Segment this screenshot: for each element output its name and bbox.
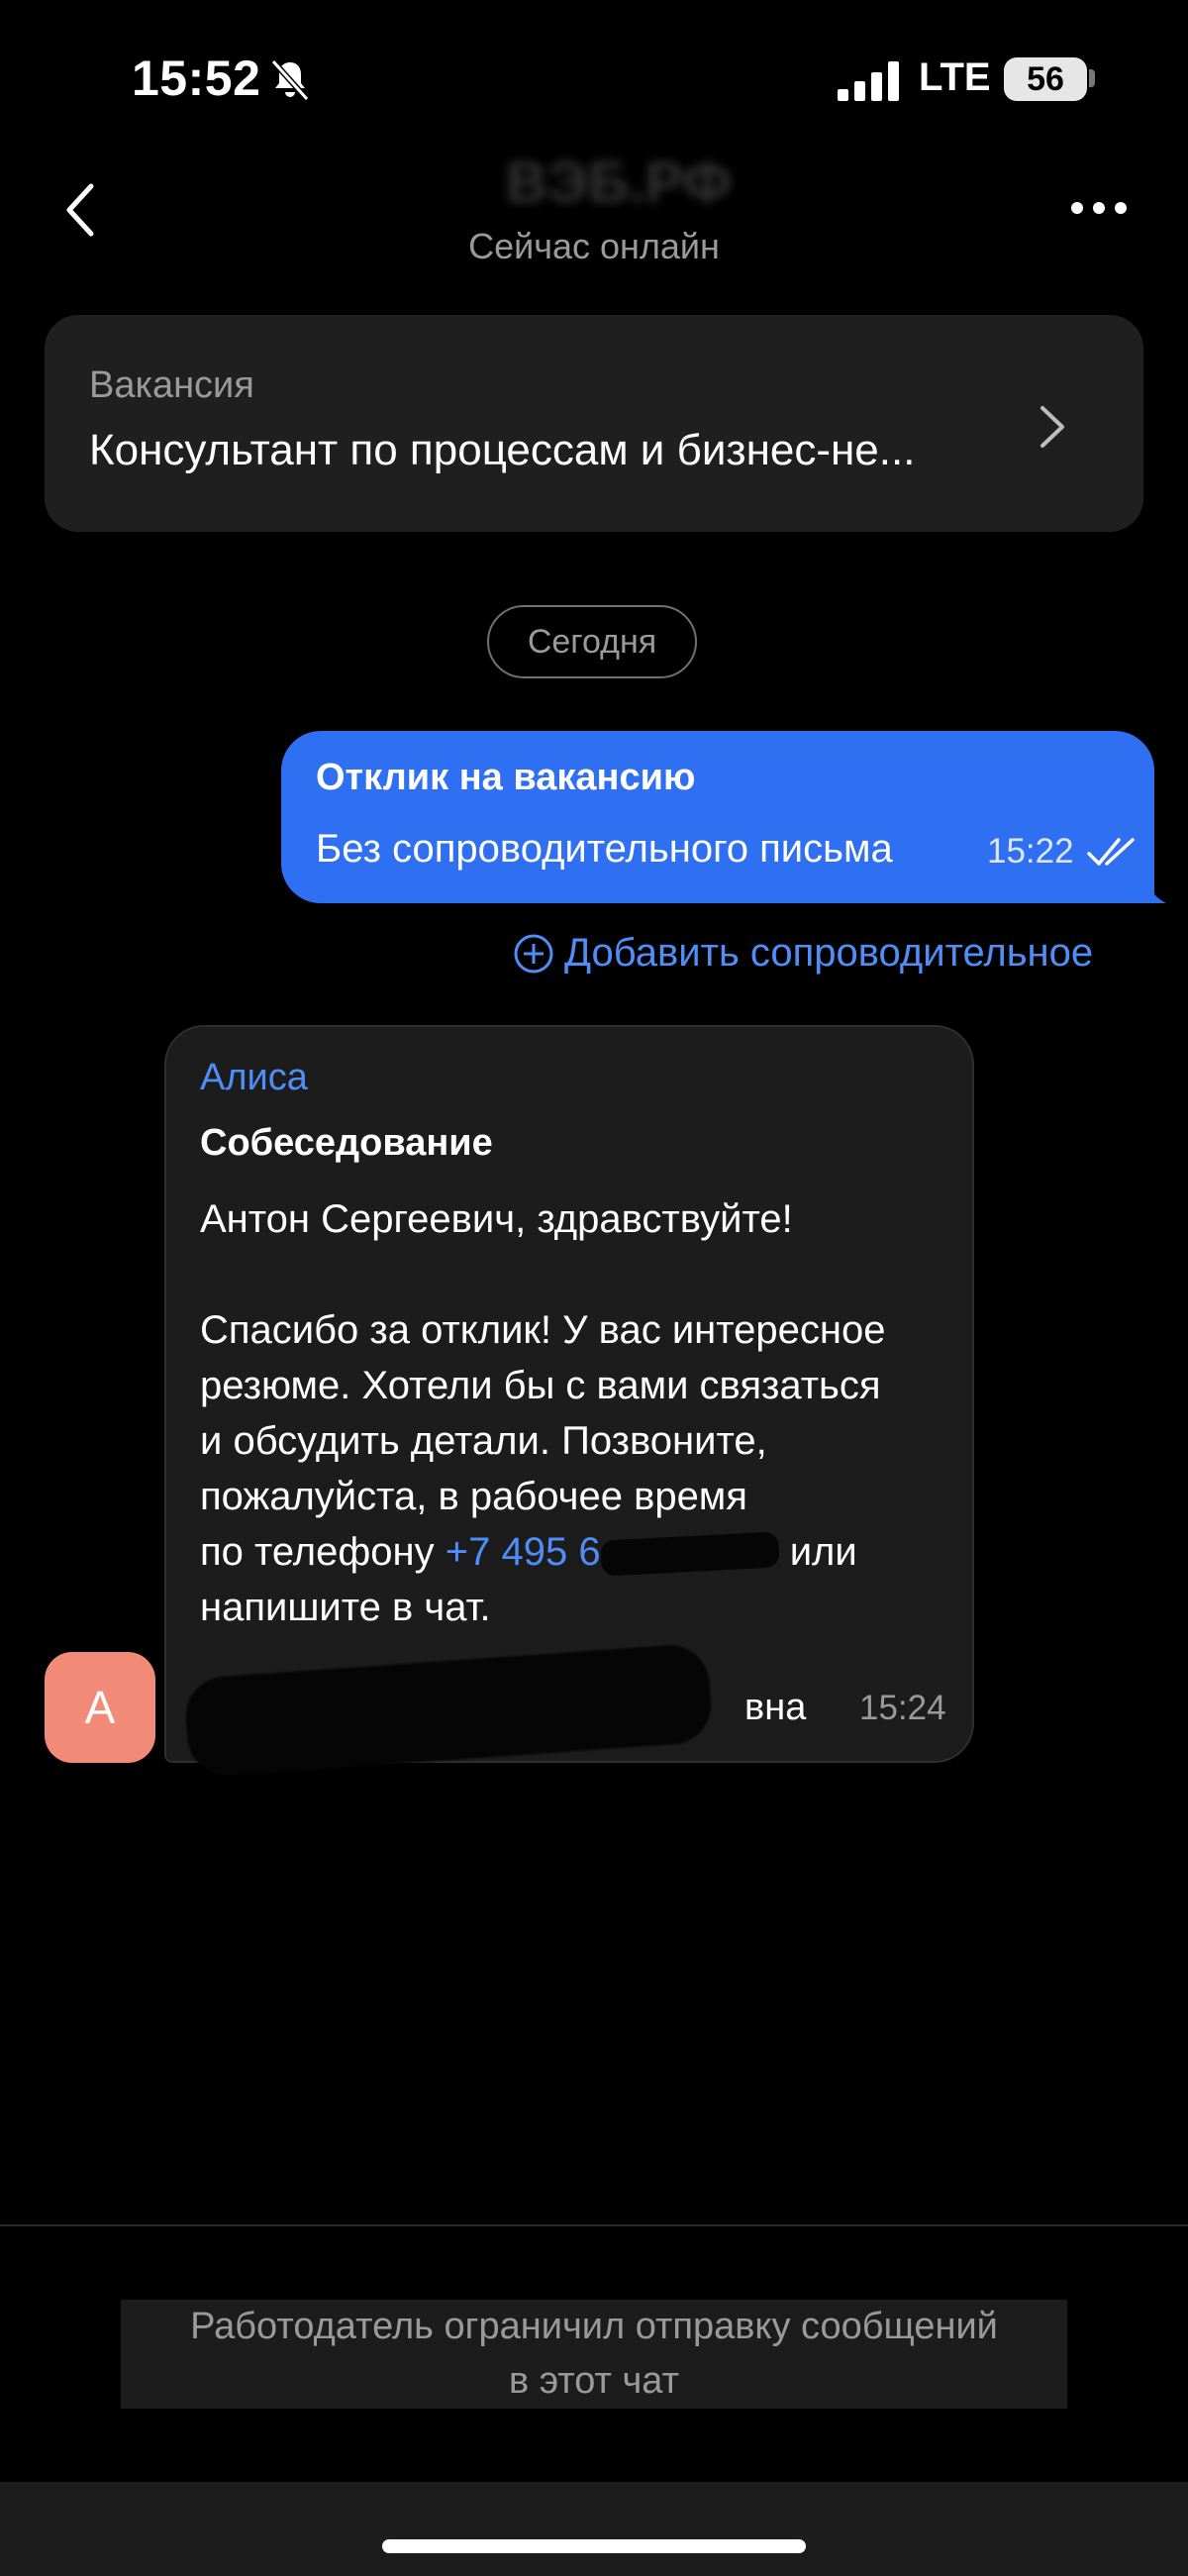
divider (0, 2224, 1188, 2226)
plus-circle-icon (514, 934, 553, 973)
presence-status: Сейчас онлайн (468, 226, 720, 266)
outgoing-message[interactable]: Отклик на вакансию Без сопроводительного… (281, 731, 1154, 903)
restriction-notice: Работодатель ограничил отправку сообщени… (121, 2300, 1067, 2409)
date-divider: Сегодня (487, 605, 697, 678)
restriction-line: в этот чат (508, 2360, 680, 2402)
sender-name[interactable]: Алиса (200, 1057, 308, 1099)
battery-indicator: 56 (1004, 57, 1087, 101)
vacancy-label: Вакансия (89, 364, 254, 406)
message-text: Без сопроводительного письма (316, 827, 893, 871)
message-line: и обсудить детали. Позвоните, (200, 1419, 767, 1463)
chevron-right-icon (1040, 406, 1064, 448)
status-time: 15:52 (132, 51, 261, 106)
chat-title: ВЭБ.РФ (505, 151, 733, 215)
double-check-icon (1087, 838, 1135, 866)
bubble-tail (1138, 872, 1166, 903)
message-line: по телефону +7 495 6 или (200, 1524, 952, 1580)
incoming-message[interactable]: Алиса Собеседование Антон Сергеевич, здр… (164, 1025, 974, 1779)
message-line: резюме. Хотели бы с вами связаться (200, 1364, 881, 1407)
message-line: пожалуйста, в рабочее время (200, 1475, 747, 1518)
vacancy-title: Консультант по процессам и бизнес-не... (89, 426, 916, 474)
redaction-mark (183, 1642, 714, 1779)
bottom-bar (0, 2482, 1188, 2576)
more-icon[interactable] (1069, 196, 1129, 220)
signature-end: вна (744, 1687, 807, 1728)
message-greeting: Антон Сергеевич, здравствуйте! (200, 1197, 793, 1241)
message-time: 15:22 (987, 832, 1074, 871)
add-cover-letter-label: Добавить сопроводительное (564, 931, 1094, 975)
signal-icon (838, 61, 899, 101)
message-time: 15:24 (859, 1689, 946, 1727)
network-type: LTE (919, 55, 991, 99)
battery-tip (1089, 69, 1095, 87)
phone-suffix: или (778, 1530, 857, 1574)
avatar[interactable]: А (45, 1652, 155, 1763)
message-line: Спасибо за отклик! У вас интересное (200, 1308, 886, 1352)
message-body: Антон Сергеевич, здравствуйте! Спасибо з… (200, 1191, 952, 1635)
message-title: Собеседование (200, 1122, 493, 1164)
message-title: Отклик на вакансию (316, 757, 696, 798)
restriction-line: Работодатель ограничил отправку сообщени… (190, 2306, 998, 2347)
redaction-mark (599, 1531, 780, 1578)
bell-muted-icon (270, 58, 310, 102)
message-line: напишите в чат. (200, 1586, 491, 1629)
add-cover-letter-link[interactable]: Добавить сопроводительное (513, 931, 1093, 976)
phone-link[interactable]: +7 495 6 (446, 1530, 601, 1574)
vacancy-card[interactable]: Вакансия Консультант по процессам и бизн… (45, 315, 1143, 532)
phone-prefix: по телефону (200, 1530, 446, 1574)
home-indicator[interactable] (382, 2539, 806, 2553)
